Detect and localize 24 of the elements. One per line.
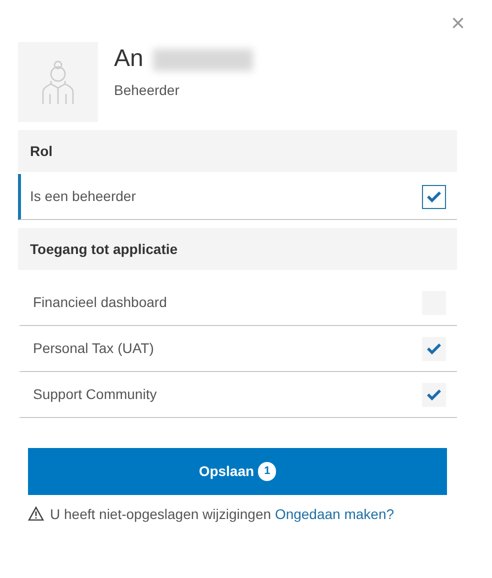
user-name: An bbox=[114, 45, 144, 72]
user-role: Beheerder bbox=[114, 81, 180, 100]
option-row[interactable]: Financieel dashboard bbox=[18, 280, 457, 326]
option-label: Financieel dashboard bbox=[33, 293, 167, 312]
warning-icon bbox=[28, 506, 44, 521]
option-row[interactable]: Is een beheerder bbox=[18, 174, 457, 220]
checkmark-icon bbox=[426, 342, 442, 355]
count-badge: 1 bbox=[258, 462, 276, 481]
checkmark-icon bbox=[426, 388, 442, 401]
option-label: Support Community bbox=[33, 385, 157, 404]
option-label: Is een beheerder bbox=[30, 187, 136, 206]
save-button[interactable]: Opslaan 1 bbox=[28, 448, 447, 495]
section-header: Toegang tot applicatie bbox=[18, 228, 457, 270]
checkbox[interactable] bbox=[422, 184, 446, 208]
checkbox[interactable] bbox=[422, 382, 446, 406]
option-row[interactable]: Support Community bbox=[18, 372, 457, 418]
checkbox[interactable] bbox=[422, 336, 446, 360]
checkmark-icon bbox=[426, 190, 442, 203]
warning-message: U heeft niet-opgeslagen wijzigingen bbox=[50, 506, 272, 522]
undo-link[interactable]: Ongedaan maken? bbox=[274, 506, 394, 522]
section-header: Rol bbox=[18, 130, 457, 172]
user-silhouette-icon bbox=[40, 59, 76, 105]
option-label: Personal Tax (UAT) bbox=[33, 339, 154, 358]
option-row[interactable]: Personal Tax (UAT) bbox=[18, 326, 457, 372]
